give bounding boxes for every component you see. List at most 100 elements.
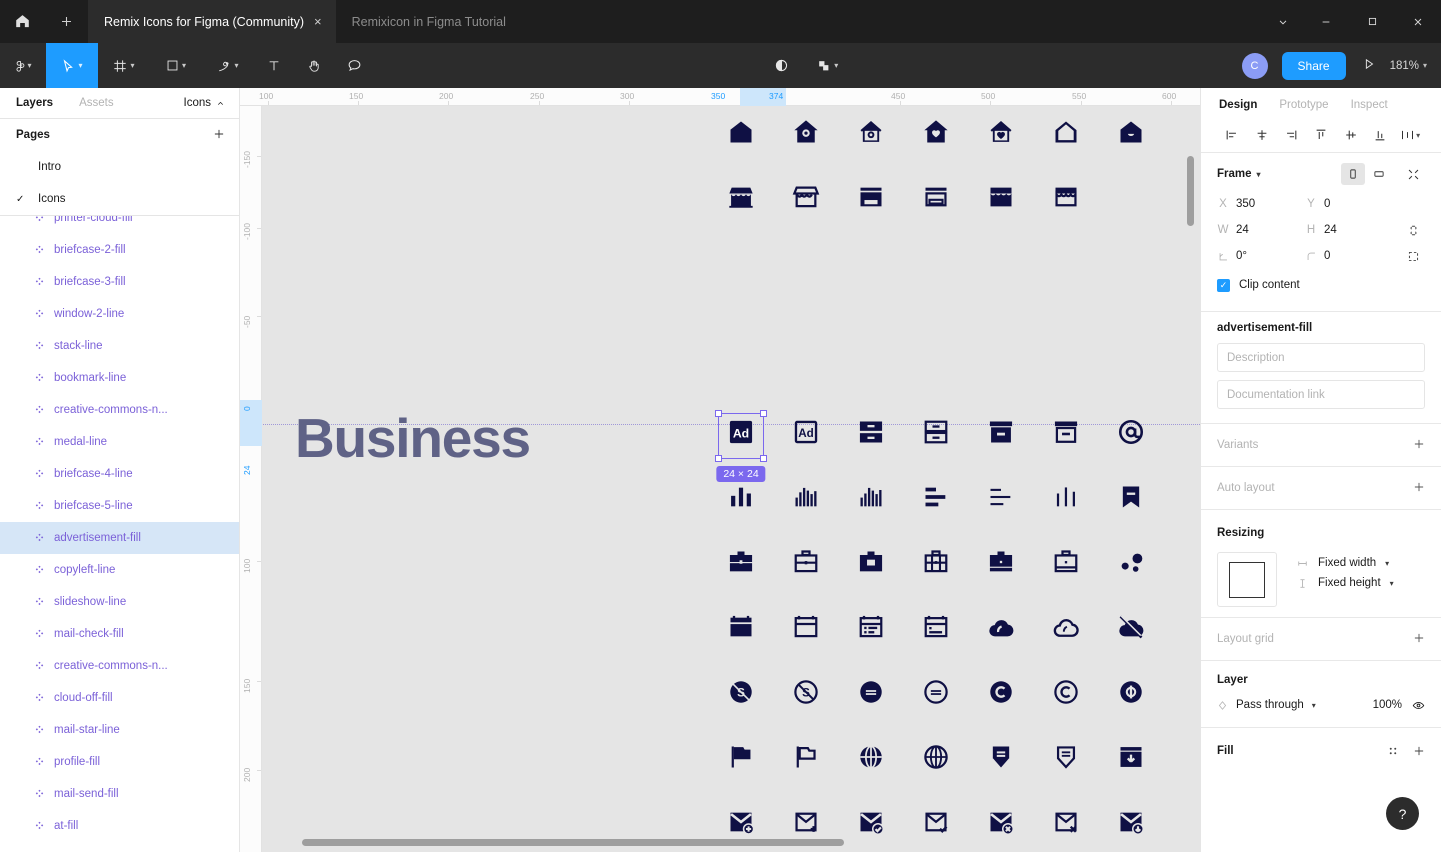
canvas-icon-bar-chart-fill[interactable] xyxy=(727,483,755,511)
canvas-icon-copyright-line[interactable]: S xyxy=(792,678,820,706)
layer-row[interactable]: advertisement-fill xyxy=(0,522,239,554)
canvas-icon-archive-line[interactable] xyxy=(1052,418,1080,446)
close-icon[interactable]: × xyxy=(314,15,322,28)
canvas-icon-mail-download-fill[interactable] xyxy=(1117,808,1145,836)
canvas-icon-bar-chart-horizontal-fill[interactable] xyxy=(922,483,950,511)
canvas-icon-flag-line[interactable] xyxy=(792,743,820,771)
boolean-union-icon[interactable]: ▾ xyxy=(802,43,854,88)
hand-icon[interactable] xyxy=(294,43,334,88)
minimize-button[interactable] xyxy=(1303,0,1349,43)
chevron-down-icon[interactable]: ▾ xyxy=(130,61,134,70)
zoom-control[interactable]: 181% ▾ xyxy=(1390,60,1427,72)
layer-row[interactable]: briefcase-5-line xyxy=(0,490,239,522)
layer-row[interactable]: briefcase-4-line xyxy=(0,458,239,490)
canvas-icon-cc-zero-fill[interactable] xyxy=(857,678,885,706)
clip-content-checkbox[interactable]: ✓ xyxy=(1217,278,1230,292)
canvas-icon-medal-line[interactable] xyxy=(1052,743,1080,771)
blend-mode-value[interactable]: Pass through xyxy=(1236,699,1304,711)
canvas-icon-store-line[interactable] xyxy=(792,183,820,211)
fixed-width-dropdown[interactable]: Fixed width ▾ xyxy=(1295,557,1394,569)
canvas-icon-archive-drawer-fill[interactable] xyxy=(857,418,885,446)
new-tab-button[interactable] xyxy=(44,0,88,43)
independent-corners-icon[interactable] xyxy=(1401,245,1425,267)
page-item-icons[interactable]: ✓ Icons xyxy=(0,183,239,215)
canvas-icon-bar-chart-grouped[interactable] xyxy=(1052,483,1080,511)
canvas-icon-archive-drawer-line[interactable] xyxy=(922,418,950,446)
add-variant-button[interactable] xyxy=(1413,438,1425,453)
tab-inspect[interactable]: Inspect xyxy=(1351,99,1388,111)
layer-row[interactable]: medal-line xyxy=(0,426,239,458)
rotation-field[interactable]: 0° xyxy=(1217,243,1305,269)
chevron-down-icon[interactable]: ▾ xyxy=(78,61,82,70)
tab-design[interactable]: Design xyxy=(1219,99,1257,111)
maximize-button[interactable] xyxy=(1349,0,1395,43)
resize-handle-bottom-right[interactable] xyxy=(760,455,767,462)
resize-handle-bottom-left[interactable] xyxy=(715,455,722,462)
canvas-icon-calendar-line[interactable] xyxy=(792,613,820,641)
canvas-icon-store-2-line[interactable] xyxy=(922,183,950,211)
x-field[interactable]: X 350 xyxy=(1217,191,1305,217)
add-auto-layout-button[interactable] xyxy=(1413,481,1425,496)
collapse-icon[interactable] xyxy=(1401,163,1425,185)
canvas-icon-mail-check-fill[interactable] xyxy=(857,808,885,836)
canvas-icon-mail-add-fill[interactable] xyxy=(727,808,755,836)
canvas-icon-store-3-fill[interactable] xyxy=(987,183,1015,211)
chevron-down-icon[interactable]: ▾ xyxy=(1416,131,1420,140)
canvas-icon-calendar-list-fill[interactable] xyxy=(857,613,885,641)
documentation-link-input[interactable]: Documentation link xyxy=(1217,380,1425,409)
canvas-icon-store-2-fill[interactable] xyxy=(857,183,885,211)
play-icon[interactable] xyxy=(1362,57,1376,74)
canvas-icon-home-gear-line[interactable] xyxy=(857,118,885,146)
canvas-icon-briefcase-2-fill[interactable] xyxy=(857,548,885,576)
tab-remix-icons[interactable]: Remix Icons for Figma (Community) × xyxy=(88,0,336,43)
canvas-icon-advertisement-line[interactable]: Ad xyxy=(792,418,820,446)
figma-menu-icon[interactable]: ▾ xyxy=(0,43,46,88)
canvas-icon-copyleft-line[interactable] xyxy=(1052,678,1080,706)
description-input[interactable]: Description xyxy=(1217,343,1425,372)
canvas-icon-cc-zero-line[interactable] xyxy=(922,678,950,706)
width-field[interactable]: W 24 xyxy=(1217,217,1305,243)
align-horizontal-center-icon[interactable] xyxy=(1247,122,1277,148)
help-button[interactable]: ? xyxy=(1386,797,1419,830)
canvas-icon-cloud-line[interactable] xyxy=(1052,613,1080,641)
chevron-down-icon[interactable]: ▾ xyxy=(234,61,238,70)
canvas-icon-home-smile-fill[interactable] xyxy=(1117,118,1145,146)
layer-row[interactable]: copyleft-line xyxy=(0,554,239,586)
canvas-icon-briefcase-2-line[interactable] xyxy=(922,548,950,576)
align-top-icon[interactable] xyxy=(1306,122,1336,148)
canvas-icon-home-heart-fill[interactable] xyxy=(922,118,950,146)
canvas-icon-cloud-fill[interactable] xyxy=(987,613,1015,641)
canvas-icon-copyright-fill[interactable]: S xyxy=(727,678,755,706)
canvas-icon-briefcase-3-line[interactable] xyxy=(1052,548,1080,576)
canvas-icon-mail-check-line[interactable] xyxy=(922,808,950,836)
frame-icon[interactable]: ▾ xyxy=(98,43,150,88)
canvas-icon-inbox-archive-fill[interactable] xyxy=(1117,743,1145,771)
canvas-area[interactable]: Business AdAdSS 24 × 24 1001502002503003… xyxy=(240,88,1200,852)
close-window-button[interactable] xyxy=(1395,0,1441,43)
styles-icon[interactable] xyxy=(1387,745,1399,757)
canvas-icon-briefcase-3-fill[interactable] xyxy=(987,548,1015,576)
canvas-icon-calendar-todo-fill[interactable] xyxy=(922,613,950,641)
fixed-height-dropdown[interactable]: Fixed height ▾ xyxy=(1295,577,1394,589)
resize-handle-top-left[interactable] xyxy=(715,410,722,417)
selection-box[interactable]: 24 × 24 xyxy=(715,410,767,482)
resize-handle-top-right[interactable] xyxy=(760,410,767,417)
landscape-orientation-icon[interactable] xyxy=(1367,163,1391,185)
canvas-icon-home-line[interactable] xyxy=(1052,118,1080,146)
corner-radius-field[interactable]: 0 xyxy=(1305,243,1393,269)
height-field[interactable]: H 24 xyxy=(1305,217,1393,243)
canvas-icon-mail-close-fill[interactable] xyxy=(987,808,1015,836)
y-field[interactable]: Y 0 xyxy=(1305,191,1393,217)
layer-row[interactable]: at-fill xyxy=(0,810,239,842)
frame-type-selector[interactable]: Frame ▾ xyxy=(1217,168,1261,180)
add-layout-grid-button[interactable] xyxy=(1413,632,1425,647)
pen-icon[interactable]: ▾ xyxy=(202,43,254,88)
layer-row[interactable]: stack-line xyxy=(0,330,239,362)
layer-row[interactable]: briefcase-2-fill xyxy=(0,234,239,266)
layer-row[interactable]: briefcase-3-fill xyxy=(0,266,239,298)
chevron-down-icon[interactable]: ▾ xyxy=(1312,701,1316,710)
page-item-intro[interactable]: Intro xyxy=(0,151,239,183)
canvas-icon-bar-chart-box[interactable] xyxy=(792,483,820,511)
canvas-icon-flag-fill[interactable] xyxy=(727,743,755,771)
canvas-icon-bookmark-fill[interactable] xyxy=(1117,483,1145,511)
